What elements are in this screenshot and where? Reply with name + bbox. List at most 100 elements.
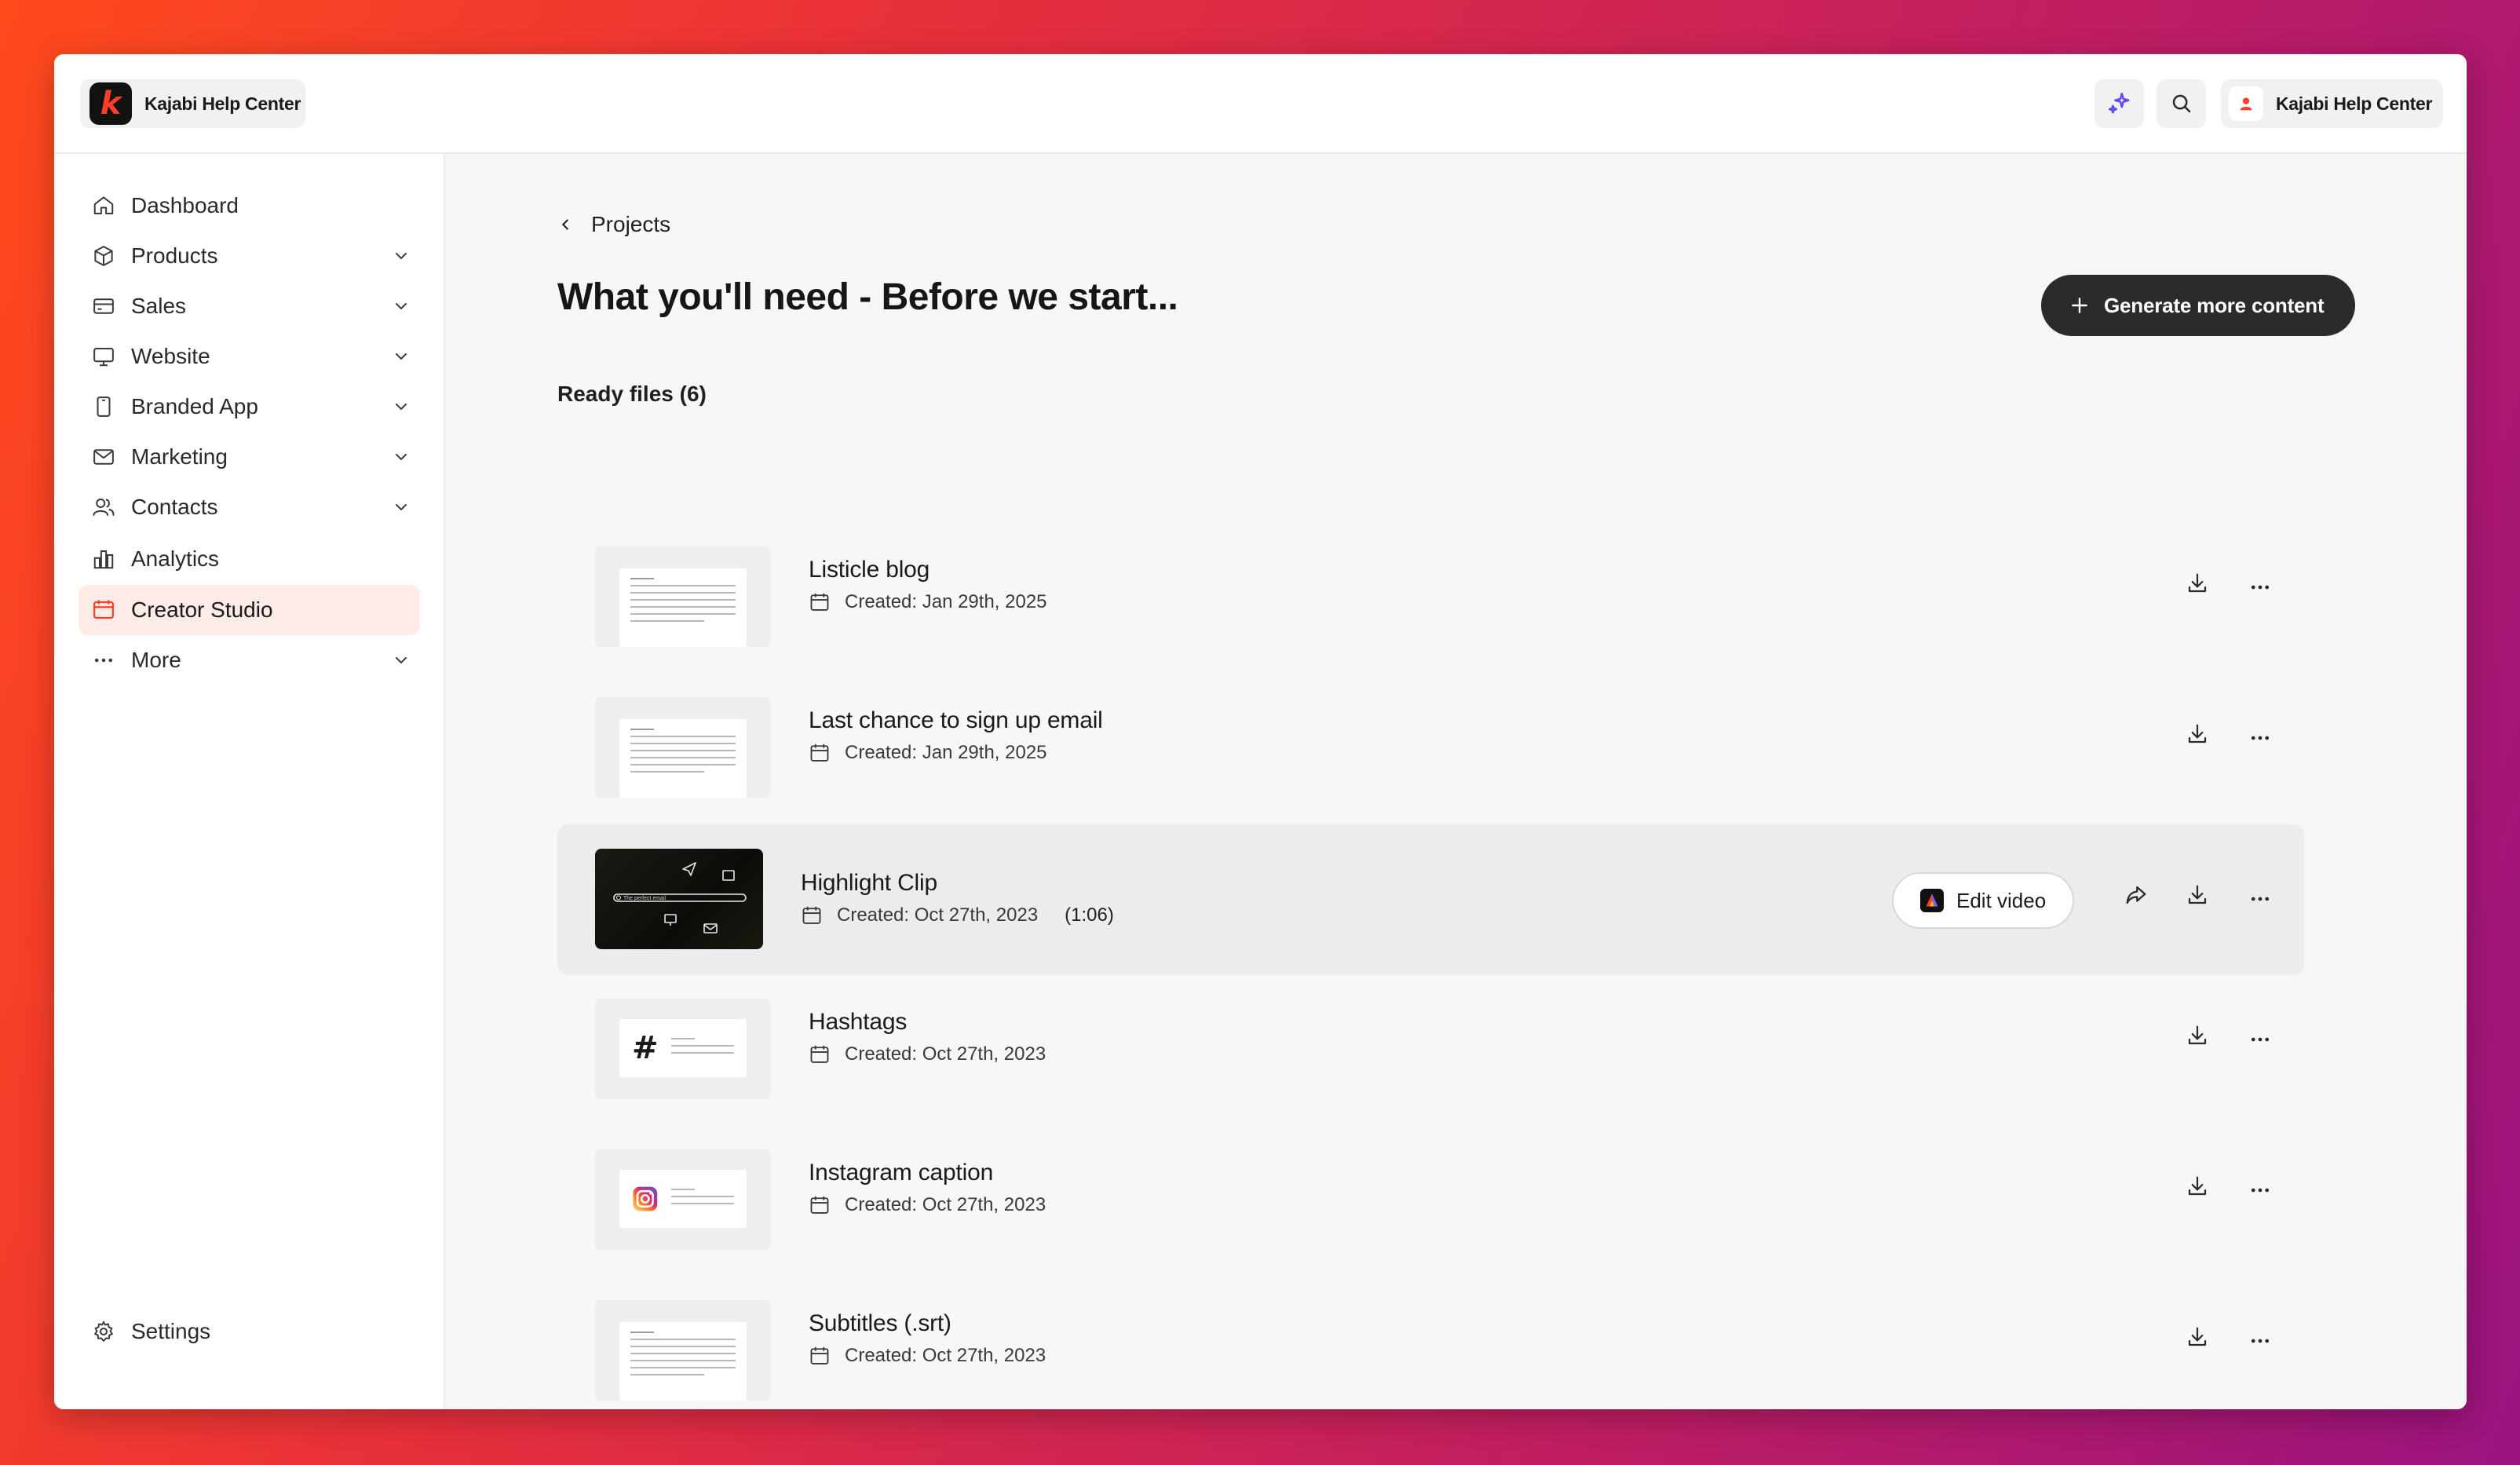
ai-assistant-button[interactable] [2095,79,2144,128]
file-date: Created: Oct 27th, 2023 [845,1043,1046,1065]
file-row-subtitles[interactable]: Subtitles (.srt) Created: Oct 27th, 2023 [557,1290,2304,1409]
site-switcher[interactable]: k Kajabi Help Center [80,79,305,128]
back-to-projects-link[interactable]: Projects [557,209,670,240]
hashtag-symbol: # [632,1030,659,1066]
sidebar-item-sales[interactable]: Sales [79,281,420,331]
file-name: Hashtags [809,1009,1046,1036]
sidebar-item-label: Analytics [131,546,219,572]
download-button[interactable] [2182,1171,2213,1202]
sidebar-item-contacts[interactable]: Contacts [79,482,420,532]
chevron-down-icon [392,297,411,316]
file-date: Created: Jan 29th, 2025 [845,591,1047,613]
document-thumbnail [595,697,771,798]
page-title: What you'll need - Before we start... [557,276,1178,319]
sidebar-item-settings[interactable]: Settings [79,1308,420,1355]
file-row-instagram-caption[interactable]: Instagram caption Created: Oct 27th, 202… [557,1139,2304,1290]
download-button[interactable] [2182,1020,2213,1051]
more-options-button[interactable] [2244,883,2276,915]
video-editor-logo-icon [1920,889,1944,912]
sparkle-icon [2106,90,2133,117]
user-icon [2238,96,2254,111]
download-button[interactable] [2182,879,2213,911]
sidebar: Dashboard Products Sales Website [54,154,445,1409]
account-menu[interactable]: Kajabi Help Center [2221,79,2443,128]
sidebar-item-label: Products [131,243,218,269]
calendar-icon [801,904,823,926]
document-thumbnail [595,546,771,647]
more-horizontal-icon [2248,726,2272,750]
download-icon [2186,1325,2209,1349]
download-button[interactable] [2182,718,2213,750]
edit-video-button[interactable]: Edit video [1892,872,2074,929]
more-options-button[interactable] [2244,1325,2276,1357]
sidebar-item-more[interactable]: More [79,635,420,685]
sidebar-item-analytics[interactable]: Analytics [79,534,420,584]
phone-icon [90,393,117,420]
app-window: k Kajabi Help Center Kajabi Help Center [54,54,2467,1409]
sidebar-item-label: Website [131,344,210,369]
sidebar-item-label: Sales [131,294,186,319]
file-row-highlight-clip[interactable]: The perfect email Highlight Clip Created… [557,824,2304,975]
more-horizontal-icon [2248,1178,2272,1202]
sidebar-item-label: Creator Studio [131,597,273,623]
download-icon [2186,1175,2209,1198]
calendar-icon [809,591,831,613]
account-name: Kajabi Help Center [2276,93,2432,115]
avatar [2229,86,2263,121]
file-row-last-chance-email[interactable]: Last chance to sign up email Created: Ja… [557,687,2304,838]
more-options-button[interactable] [2244,1175,2276,1206]
more-options-button[interactable] [2244,722,2276,754]
download-icon [2186,572,2209,595]
file-name: Instagram caption [809,1160,1046,1186]
file-name: Listicle blog [809,557,1047,583]
sidebar-item-branded-app[interactable]: Branded App [79,382,420,432]
search-button[interactable] [2157,79,2206,128]
file-date: Created: Oct 27th, 2023 [845,1345,1046,1367]
instagram-thumbnail [595,1149,771,1250]
more-horizontal-icon [2248,1028,2272,1051]
share-icon [2124,883,2148,907]
sidebar-item-products[interactable]: Products [79,231,420,281]
download-button[interactable] [2182,568,2213,599]
more-horizontal-icon [2248,1329,2272,1353]
more-options-button[interactable] [2244,1024,2276,1055]
share-button[interactable] [2120,879,2152,911]
generate-label: Generate more content [2104,294,2324,318]
instagram-icon [632,1185,659,1213]
settings-label: Settings [131,1319,210,1344]
main-content: Projects What you'll need - Before we st… [445,154,2467,1409]
file-date: Created: Jan 29th, 2025 [845,742,1047,764]
chevron-down-icon [392,247,411,265]
chevron-down-icon [392,347,411,366]
file-name: Last chance to sign up email [809,707,1103,734]
download-button[interactable] [2182,1321,2213,1353]
chevron-down-icon [392,651,411,670]
sidebar-item-label: Marketing [131,444,228,469]
more-options-button[interactable] [2244,572,2276,603]
generate-more-content-button[interactable]: Generate more content [2041,275,2355,336]
file-date: Created: Oct 27th, 2023 [845,1194,1046,1216]
chevron-down-icon [392,498,411,517]
file-name: Subtitles (.srt) [809,1310,1046,1337]
chevron-down-icon [392,448,411,466]
section-title: Ready files (6) [557,382,707,407]
download-icon [2186,722,2209,746]
chevron-left-icon [557,216,574,233]
file-row-hashtags[interactable]: # Hashtags Created: Oct 27th, 2023 [557,988,2304,1139]
sidebar-item-label: Contacts [131,495,218,520]
sidebar-item-marketing[interactable]: Marketing [79,432,420,482]
search-icon [2170,92,2193,115]
sidebar-item-label: Branded App [131,394,258,419]
file-row-listicle-blog[interactable]: Listicle blog Created: Jan 29th, 2025 [557,536,2304,687]
back-label: Projects [591,212,670,237]
bar-chart-icon [90,546,117,572]
monitor-icon [90,343,117,370]
sidebar-item-dashboard[interactable]: Dashboard [79,181,420,231]
sidebar-item-website[interactable]: Website [79,331,420,382]
kajabi-logo: k [89,82,132,125]
more-icon [90,647,117,674]
more-horizontal-icon [2248,575,2272,599]
sidebar-item-label: More [131,648,181,673]
calendar-icon [809,1194,831,1216]
sidebar-item-creator-studio[interactable]: Creator Studio [79,585,420,635]
